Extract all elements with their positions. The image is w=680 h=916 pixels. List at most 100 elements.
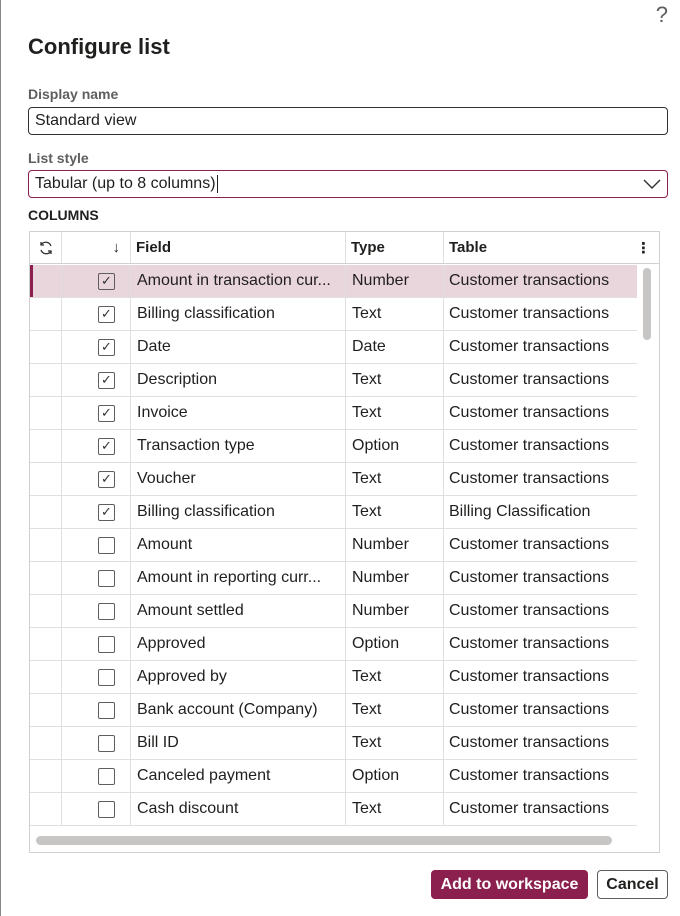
- row-checkbox-cell: [62, 694, 131, 726]
- cell-field: Bill ID: [131, 727, 346, 759]
- table-row[interactable]: ✓ Invoice Text Customer transactions: [30, 397, 637, 430]
- add-to-workspace-button[interactable]: Add to workspace: [431, 870, 588, 899]
- row-selector[interactable]: [30, 727, 62, 759]
- vertical-scrollbar[interactable]: [643, 268, 651, 340]
- cell-type: Text: [346, 397, 444, 429]
- header-table[interactable]: Table ⋮: [444, 232, 659, 263]
- unchecked-checkbox-icon[interactable]: [98, 701, 115, 719]
- table-row[interactable]: Amount in reporting curr... Number Custome…: [30, 562, 637, 595]
- row-selector[interactable]: [30, 661, 62, 693]
- cell-type: Text: [346, 298, 444, 330]
- row-checkbox-cell: [62, 760, 131, 792]
- checked-checkbox-icon[interactable]: ✓: [98, 404, 115, 422]
- cell-table: Customer transactions: [449, 668, 610, 685]
- cell-field: Canceled payment: [131, 760, 346, 792]
- row-selector[interactable]: [30, 496, 62, 528]
- checked-checkbox-icon[interactable]: ✓: [98, 371, 115, 389]
- more-options-icon[interactable]: ⋮: [636, 239, 651, 257]
- cell-table: Customer transactions: [449, 536, 610, 553]
- checked-checkbox-icon[interactable]: ✓: [98, 470, 115, 488]
- row-selector[interactable]: [30, 628, 62, 660]
- cell-type: Text: [346, 364, 444, 396]
- checked-checkbox-icon[interactable]: ✓: [98, 338, 115, 356]
- row-checkbox-cell: [62, 628, 131, 660]
- table-row[interactable]: Cash discount Text Customer transactions: [30, 793, 637, 826]
- cell-table: Customer transactions: [449, 602, 610, 619]
- cell-field: Cash discount: [131, 793, 346, 825]
- cell-table: Customer transactions: [449, 701, 610, 718]
- header-type[interactable]: Type: [346, 232, 444, 263]
- display-name-input[interactable]: [28, 107, 668, 135]
- row-checkbox-cell: [62, 562, 131, 594]
- cell-type: Text: [346, 727, 444, 759]
- table-row[interactable]: Approved by Text Customer transactions: [30, 661, 637, 694]
- cell-table: Customer transactions: [449, 470, 610, 487]
- row-selector[interactable]: [30, 793, 62, 825]
- row-selector[interactable]: [30, 694, 62, 726]
- row-selector[interactable]: [30, 430, 62, 462]
- row-selector[interactable]: [30, 463, 62, 495]
- table-row[interactable]: Amount settled Number Customer transaction…: [30, 595, 637, 628]
- row-checkbox-cell: [62, 595, 131, 627]
- checked-checkbox-icon[interactable]: ✓: [98, 272, 115, 290]
- unchecked-checkbox-icon[interactable]: [98, 668, 115, 686]
- cell-table: Customer transactions: [449, 635, 610, 652]
- columns-grid: ↓ Field Type Table ⋮ ✓ Amount in transact…: [29, 231, 660, 853]
- row-selector[interactable]: [30, 529, 62, 561]
- grid-rows: ✓ Amount in transaction cur... Number Custo…: [30, 265, 637, 826]
- table-row[interactable]: ✓ Billing classification Text Billing Class…: [30, 496, 637, 529]
- table-row[interactable]: ✓ Date Date Customer transactions: [30, 331, 637, 364]
- sort-arrow-icon[interactable]: ↓: [62, 232, 131, 263]
- table-row[interactable]: ✓ Transaction type Option Customer transact…: [30, 430, 637, 463]
- list-style-value: Tabular (up to 8 columns): [35, 175, 216, 193]
- unchecked-checkbox-icon[interactable]: [98, 635, 115, 653]
- row-checkbox-cell: ✓: [62, 265, 131, 297]
- list-style-value-wrap: Tabular (up to 8 columns): [35, 174, 218, 193]
- unchecked-checkbox-icon[interactable]: [98, 800, 115, 818]
- refresh-icon[interactable]: [30, 232, 62, 263]
- checked-checkbox-icon[interactable]: ✓: [98, 503, 115, 521]
- table-row[interactable]: Amount Number Customer transactions: [30, 529, 637, 562]
- row-selector[interactable]: [30, 265, 62, 297]
- row-selector[interactable]: [30, 562, 62, 594]
- unchecked-checkbox-icon[interactable]: [98, 602, 115, 620]
- table-row[interactable]: Bill ID Text Customer transactions: [30, 727, 637, 760]
- row-selector[interactable]: [30, 397, 62, 429]
- row-checkbox-cell: ✓: [62, 298, 131, 330]
- unchecked-checkbox-icon[interactable]: [98, 536, 115, 554]
- row-selector[interactable]: [30, 760, 62, 792]
- unchecked-checkbox-icon[interactable]: [98, 734, 115, 752]
- unchecked-checkbox-icon[interactable]: [98, 569, 115, 587]
- dialog-title: Configure list: [28, 34, 170, 59]
- cancel-button[interactable]: Cancel: [597, 870, 668, 899]
- row-selector[interactable]: [30, 364, 62, 396]
- row-selector[interactable]: [30, 595, 62, 627]
- cell-field: Billing classification: [131, 298, 346, 330]
- table-row[interactable]: Bank account (Company) Text Customer trans…: [30, 694, 637, 727]
- table-row[interactable]: ✓ Voucher Text Customer transactions: [30, 463, 637, 496]
- unchecked-checkbox-icon[interactable]: [98, 767, 115, 785]
- table-row[interactable]: ✓ Description Text Customer transactions: [30, 364, 637, 397]
- header-field[interactable]: Field: [131, 232, 346, 263]
- cell-type: Number: [346, 562, 444, 594]
- chevron-down-icon: [643, 179, 661, 189]
- cell-field: Transaction type: [131, 430, 346, 462]
- checked-checkbox-icon[interactable]: ✓: [98, 305, 115, 323]
- cell-table: Customer transactions: [449, 800, 610, 817]
- row-selector[interactable]: [30, 331, 62, 363]
- cell-field: Billing classification: [131, 496, 346, 528]
- row-checkbox-cell: [62, 661, 131, 693]
- cell-field: Amount in reporting curr...: [131, 562, 346, 594]
- checked-checkbox-icon[interactable]: ✓: [98, 437, 115, 455]
- text-cursor: [216, 174, 218, 193]
- table-row[interactable]: Approved Option Customer transactions: [30, 628, 637, 661]
- table-row[interactable]: Canceled payment Option Customer transacti…: [30, 760, 637, 793]
- table-row[interactable]: ✓ Amount in transaction cur... Number Custo…: [30, 265, 637, 298]
- row-selector[interactable]: [30, 298, 62, 330]
- help-icon[interactable]: ?: [656, 2, 668, 28]
- table-row[interactable]: ✓ Billing classification Text Customer tran…: [30, 298, 637, 331]
- horizontal-scrollbar[interactable]: [36, 836, 612, 845]
- list-style-select[interactable]: Tabular (up to 8 columns): [28, 170, 668, 198]
- row-checkbox-cell: [62, 793, 131, 825]
- row-checkbox-cell: [62, 727, 131, 759]
